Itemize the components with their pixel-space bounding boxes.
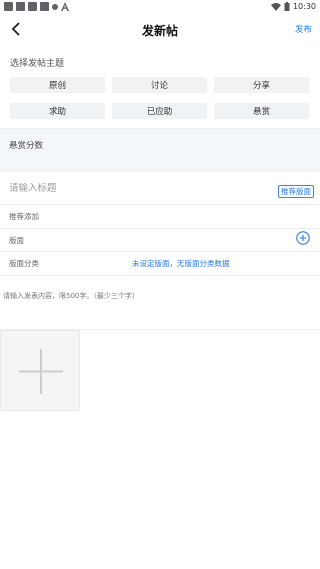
topic-option-helped[interactable]: 已应助	[112, 103, 207, 119]
plus-circle-icon[interactable]	[296, 231, 310, 245]
dot-icon	[52, 3, 58, 10]
wifi-icon	[270, 2, 281, 11]
back-button[interactable]	[8, 20, 24, 38]
notification-icons	[4, 2, 69, 11]
clock: 10:30	[292, 2, 316, 11]
reward-section[interactable]: 悬赏分数	[0, 128, 320, 172]
board-category-label: 版面分类	[9, 259, 39, 268]
recommend-add-row[interactable]: 推荐添加	[0, 205, 320, 229]
status-bar: 10:30	[0, 0, 320, 13]
title-input[interactable]	[9, 183, 259, 194]
content-input[interactable]	[3, 292, 303, 300]
topic-option-reward[interactable]: 悬赏	[214, 103, 309, 119]
topic-option-help[interactable]: 求助	[10, 103, 105, 119]
notification-icon	[16, 2, 25, 11]
topic-option-original[interactable]: 原创	[10, 77, 105, 93]
topic-option-share[interactable]: 分享	[214, 77, 309, 93]
board-row[interactable]: 版面	[0, 229, 320, 252]
battery-icon	[284, 2, 290, 11]
chevron-left-icon	[11, 22, 20, 36]
recommend-add-label: 推荐添加	[9, 212, 39, 221]
page-title: 发新帖	[141, 24, 178, 38]
board-category-value: 未设定版面，无版面分类数据	[132, 259, 230, 268]
notification-icon	[28, 2, 37, 11]
recommend-board-button[interactable]: 推荐版面	[278, 185, 314, 198]
content-area	[3, 283, 303, 302]
add-image-button[interactable]	[0, 330, 80, 411]
board-label: 版面	[9, 236, 24, 245]
title-row: 推荐版面	[0, 179, 320, 205]
notification-icon	[40, 2, 49, 11]
publish-button[interactable]: 发布	[295, 23, 312, 35]
plus-icon	[19, 349, 63, 394]
nav-bar: 发新帖 发布	[0, 13, 320, 46]
notification-icon	[4, 2, 13, 11]
board-category-row[interactable]: 版面分类 未设定版面，无版面分类数据	[0, 252, 320, 276]
reward-label: 悬赏分数	[9, 141, 44, 151]
topic-label: 选择发帖主题	[10, 59, 65, 69]
font-icon	[61, 2, 69, 11]
topic-options: 原创 讨论 分享 求助 已应助 悬赏	[10, 77, 310, 119]
topic-option-discussion[interactable]: 讨论	[112, 77, 207, 93]
